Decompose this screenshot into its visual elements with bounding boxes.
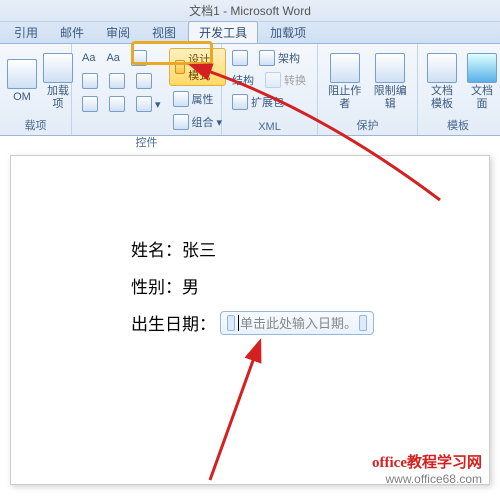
line-birthdate: 出生日期： 单击此处输入日期。	[131, 310, 489, 335]
control-handle-left[interactable]	[227, 315, 235, 331]
design-mode-label: 设计模式	[188, 51, 220, 83]
group-command-button[interactable]: 组合▾	[169, 112, 227, 132]
gender-label: 性别：	[131, 273, 182, 298]
restrict-editing-button[interactable]: 限制编辑	[370, 48, 412, 115]
schema-icon	[259, 50, 275, 66]
checkbox-icon	[82, 73, 98, 89]
text-cursor	[238, 315, 239, 331]
doc-template-button[interactable]: 文档模板	[424, 48, 460, 115]
control-handle-right[interactable]	[359, 315, 367, 331]
name-value: 张三	[182, 236, 216, 261]
watermark-url: www.office68.com	[372, 472, 482, 486]
group-icon	[173, 114, 189, 130]
tab-addins[interactable]: 加载项	[260, 22, 316, 43]
properties-label: 属性	[192, 91, 214, 107]
expansion-label: 扩展包	[251, 94, 284, 110]
richtext-control-button[interactable]: Aa	[78, 48, 99, 68]
schema-button[interactable]: 架构	[255, 48, 304, 68]
doc-template-label: 文档模板	[427, 85, 457, 109]
plaintext-control-button[interactable]: Aa	[102, 48, 123, 68]
group-protect-label: 保护	[324, 115, 411, 133]
datepicker-control-button[interactable]	[78, 94, 102, 114]
checkbox-control-button[interactable]	[78, 71, 102, 91]
structure-button[interactable]	[228, 48, 252, 68]
group-controls-label: 控件	[78, 132, 215, 150]
restrict-icon	[375, 53, 405, 83]
addins-button[interactable]: 加载项	[42, 48, 74, 115]
name-label: 姓名：	[131, 236, 182, 261]
structure-icon	[232, 50, 248, 66]
design-mode-icon	[175, 60, 186, 74]
group-cmd-label: 组合	[192, 114, 214, 130]
date-placeholder-text: 单击此处输入日期。	[240, 313, 357, 332]
doc-panel-button[interactable]: 文档面	[464, 48, 500, 115]
design-mode-button[interactable]: 设计模式	[169, 48, 227, 86]
buildingblock-control-button[interactable]	[105, 94, 129, 114]
group-templates-label: 模板	[424, 115, 492, 133]
block-authors-label: 阻止作者	[327, 85, 363, 109]
watermark: office教程学习网 www.office68.com	[372, 451, 482, 486]
picture-icon	[131, 50, 147, 66]
legacy-icon	[136, 96, 152, 112]
transform-label: 转换	[284, 72, 306, 88]
combo-icon	[109, 73, 125, 89]
bb-icon	[109, 96, 125, 112]
group-protect: 阻止作者 限制编辑 保护	[318, 44, 418, 135]
dropdown-control-button[interactable]	[132, 71, 156, 91]
addins-label: 加载项	[45, 85, 71, 109]
block-authors-button[interactable]: 阻止作者	[324, 48, 366, 115]
restrict-label: 限制编辑	[373, 85, 409, 109]
tab-view[interactable]: 视图	[142, 22, 186, 43]
dropdown-icon	[136, 73, 152, 89]
birthdate-label: 出生日期：	[131, 310, 216, 335]
group-templates: 文档模板 文档面 模板	[418, 44, 498, 135]
legacy-tools-button[interactable]: ▾	[132, 94, 165, 114]
line-name: 姓名： 张三	[131, 236, 489, 261]
transform-icon	[265, 72, 281, 88]
structure-text-button[interactable]: 结构	[228, 70, 258, 90]
watermark-title: office教程学习网	[372, 451, 482, 472]
structure-label: 结构	[232, 72, 254, 88]
doc-panel-label: 文档面	[467, 85, 497, 109]
panel-icon	[467, 53, 497, 83]
block-authors-icon	[330, 53, 360, 83]
line-gender: 性别： 男	[131, 273, 489, 298]
group-xml: 架构 结构 转换 扩展包 XML	[222, 44, 318, 135]
group-addins-label: 载项	[6, 115, 65, 133]
picture-control-button[interactable]	[127, 48, 151, 68]
om-addins-button[interactable]: OM	[6, 48, 38, 115]
om-label: OM	[13, 91, 31, 103]
tab-references[interactable]: 引用	[4, 22, 48, 43]
expansion-icon	[232, 94, 248, 110]
tab-developer[interactable]: 开发工具	[188, 21, 258, 43]
properties-button[interactable]: 属性	[169, 89, 227, 109]
tab-review[interactable]: 审阅	[96, 22, 140, 43]
window-title: 文档1 - Microsoft Word	[0, 0, 500, 22]
ribbon-tabs: 引用 邮件 审阅 视图 开发工具 加载项	[0, 22, 500, 44]
addins-icon	[43, 53, 73, 83]
gender-value: 男	[182, 273, 199, 298]
combobox-control-button[interactable]	[105, 71, 129, 91]
group-xml-label: XML	[228, 119, 311, 133]
tab-mailings[interactable]: 邮件	[50, 22, 94, 43]
transform-button: 转换	[261, 70, 310, 90]
group-addins: OM 加载项 载项	[0, 44, 72, 135]
schema-label: 架构	[278, 50, 300, 66]
om-icon	[7, 59, 37, 89]
template-icon	[427, 53, 457, 83]
date-picker-control[interactable]: 单击此处输入日期。	[220, 311, 374, 335]
document-page[interactable]: 姓名： 张三 性别： 男 出生日期： 单击此处输入日期。	[10, 155, 490, 485]
date-icon	[82, 96, 98, 112]
properties-icon	[173, 91, 189, 107]
expansion-button[interactable]: 扩展包	[228, 92, 288, 112]
ribbon: OM 加载项 载项 Aa Aa	[0, 44, 500, 136]
group-controls: Aa Aa ▾ 设计模式	[72, 44, 222, 135]
